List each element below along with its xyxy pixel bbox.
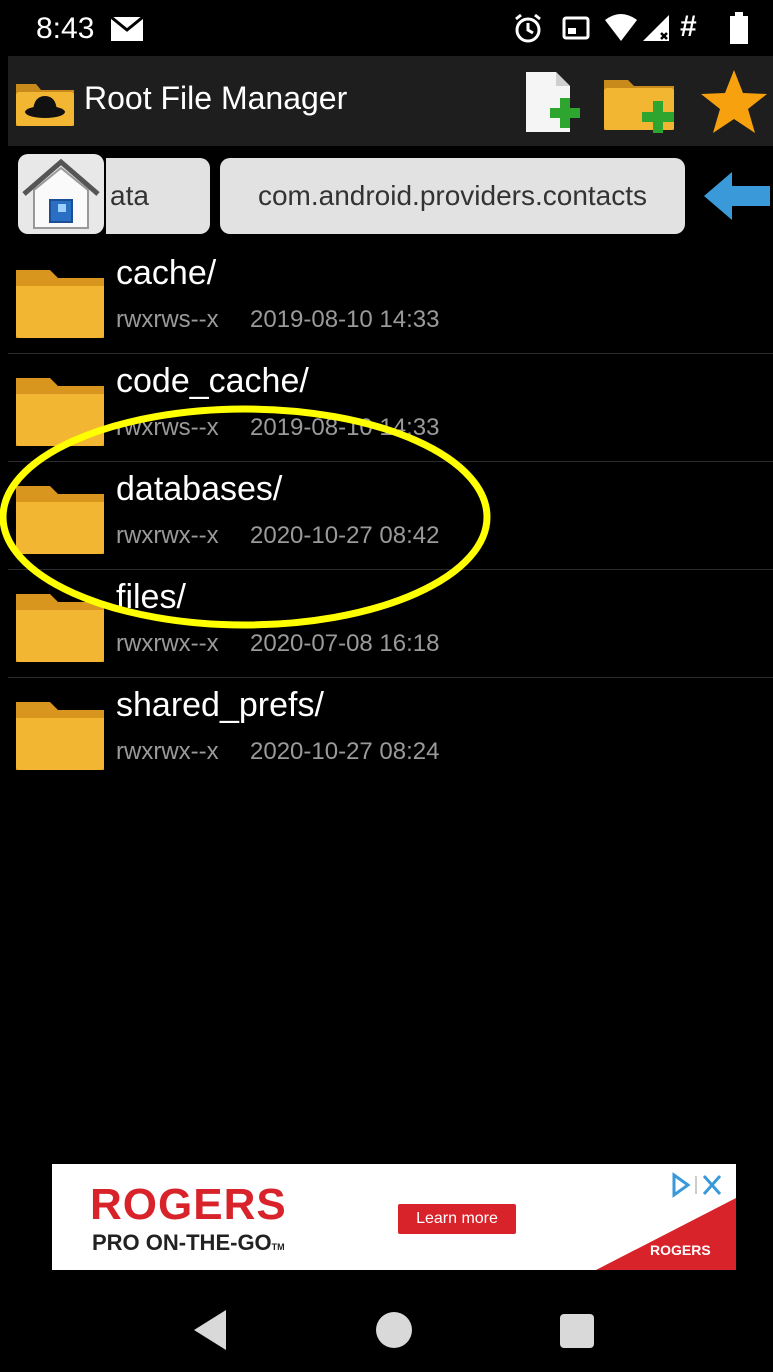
list-item[interactable]: shared_prefs/ rwxrwx--x 2020-10-27 08:24 [8, 678, 773, 786]
file-permissions: rwxrwx--x [116, 630, 219, 657]
app-title: Root File Manager [84, 80, 348, 116]
folder-icon [16, 378, 104, 446]
breadcrumb-item-current[interactable]: com.android.providers.contacts [220, 158, 685, 234]
ad-tagline: PRO ON-THE-GOTM [92, 1230, 285, 1255]
file-date: 2020-10-27 08:42 [250, 522, 440, 549]
file-permissions: rwxrwx--x [116, 738, 219, 765]
ad-banner[interactable]: ROGERS PRO ON-THE-GOTM Learn more ROGERS [52, 1164, 736, 1270]
folder-icon [16, 702, 104, 770]
status-bar: 8:43 # [0, 0, 773, 56]
alarm-icon [515, 13, 541, 43]
home-nav-icon[interactable] [370, 1306, 418, 1354]
ad-choices-icon[interactable] [670, 1172, 728, 1198]
ad-brand: ROGERS [90, 1180, 287, 1229]
signal-icon [643, 15, 669, 41]
ad-learn-more-button[interactable]: Learn more [398, 1204, 516, 1234]
back-nav-icon[interactable] [188, 1306, 236, 1354]
battery-icon [730, 12, 748, 44]
mail-icon [110, 16, 144, 41]
home-icon [22, 158, 100, 229]
file-name: cache/ [116, 254, 217, 292]
status-time: 8:43 [36, 12, 95, 45]
nav-bar [0, 1290, 773, 1372]
file-name: code_cache/ [116, 362, 309, 400]
list-item[interactable]: databases/ rwxrwx--x 2020-10-27 08:42 [8, 462, 773, 570]
folder-icon [16, 594, 104, 662]
list-item[interactable]: cache/ rwxrws--x 2019-08-10 14:33 [8, 246, 773, 354]
home-button[interactable] [18, 154, 104, 234]
file-permissions: rwxrwx--x [116, 522, 219, 549]
file-name: files/ [116, 578, 186, 616]
star-icon[interactable] [698, 66, 770, 138]
recents-nav-icon[interactable] [552, 1306, 600, 1354]
breadcrumb-item-data[interactable]: ata [106, 158, 210, 234]
file-date: 2019-08-10 14:33 [250, 306, 440, 333]
file-list: cache/ rwxrws--x 2019-08-10 14:33 code_c… [8, 246, 773, 788]
new-folder-icon[interactable] [602, 66, 682, 138]
file-name: shared_prefs/ [116, 686, 324, 724]
file-date: 2019-08-10 14:33 [250, 414, 440, 441]
file-name: databases/ [116, 470, 283, 508]
file-permissions: rwxrws--x [116, 414, 219, 441]
file-date: 2020-07-08 16:18 [250, 630, 440, 657]
back-arrow-icon[interactable] [702, 168, 772, 224]
cast-icon [562, 16, 590, 40]
wifi-icon [605, 14, 637, 41]
new-file-icon[interactable] [516, 66, 588, 138]
list-item[interactable]: code_cache/ rwxrws--x 2019-08-10 14:33 [8, 354, 773, 462]
app-bar: Root File Manager [8, 56, 773, 146]
breadcrumb: ata com.android.providers.contacts [8, 146, 773, 246]
file-date: 2020-10-27 08:24 [250, 738, 440, 765]
list-item[interactable]: files/ rwxrwx--x 2020-07-08 16:18 [8, 570, 773, 678]
folder-icon [16, 270, 104, 338]
app-logo-icon [16, 84, 74, 126]
ad-brand-small: ROGERS [650, 1242, 711, 1258]
file-permissions: rwxrws--x [116, 306, 219, 333]
hash-icon: # [680, 10, 697, 43]
folder-icon [16, 486, 104, 554]
